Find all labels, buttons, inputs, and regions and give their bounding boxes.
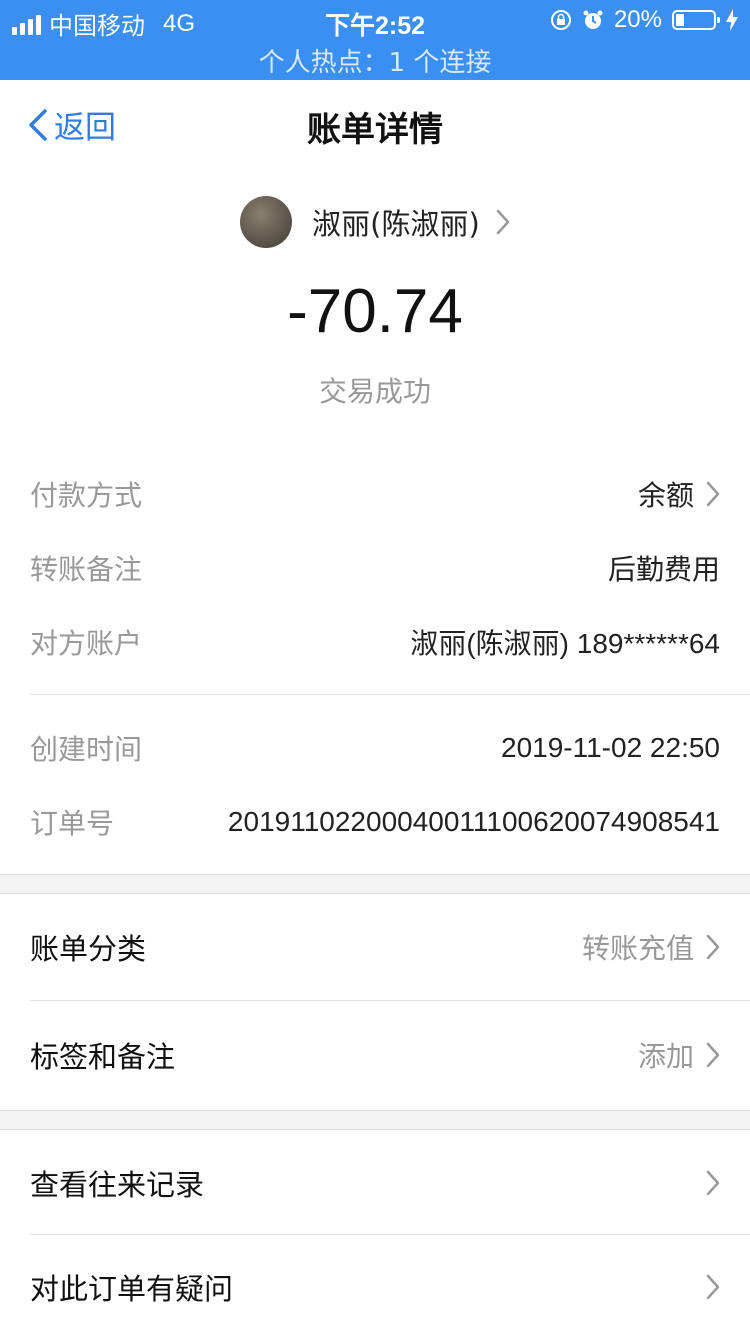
payee-name: 淑丽(陈淑丽) [312,207,480,241]
order-question-label: 对此订单有疑问 [30,1272,234,1306]
chevron-right-icon [706,934,720,960]
tags-notes-row[interactable]: 标签和备注 添加 [0,1002,750,1108]
status-bar: 中国移动 4G 下午2:52 20% 个人热点：1 个连接 [0,0,750,80]
avatar [240,196,293,248]
order-number-label: 订单号 [30,807,115,840]
battery-icon [672,10,720,30]
chevron-right-icon [706,1042,720,1068]
nav-bar: 返回 账单详情 [0,80,750,168]
transaction-status: 交易成功 [318,375,431,408]
transfer-note-label: 转账备注 [30,553,143,586]
payment-method-row[interactable]: 付款方式 余额 [30,474,720,514]
page-title: 账单详情 [307,110,443,150]
divider [30,1000,750,1001]
history-label: 查看往来记录 [30,1168,205,1202]
payee-row[interactable]: 淑丽(陈淑丽) [0,196,750,248]
chevron-right-icon [706,1274,720,1300]
chevron-right-icon [706,481,720,507]
transfer-note-row: 转账备注 后勤费用 [30,548,720,588]
counterparty-value: 淑丽(陈淑丽) 189******64 [410,628,720,659]
chevron-right-icon [496,209,510,235]
order-question-row[interactable]: 对此订单有疑问 [0,1234,750,1340]
bill-category-label: 账单分类 [30,932,147,966]
hotspot-banner[interactable]: 个人热点：1 个连接 [0,42,750,79]
tags-notes-label: 标签和备注 [30,1040,176,1074]
amount: -70.74 [287,277,463,346]
transfer-note-value: 后勤费用 [607,554,720,585]
divider [30,694,750,695]
counterparty-label: 对方账户 [30,627,143,660]
created-time-row: 创建时间 2019-11-02 22:50 [30,728,720,768]
tags-notes-value: 添加 [637,1040,694,1073]
section-gap [0,1110,750,1130]
orientation-lock-icon [550,10,571,30]
alarm-icon [583,10,603,29]
history-row[interactable]: 查看往来记录 [0,1130,750,1236]
status-right: 20% [550,6,738,34]
created-time-label: 创建时间 [30,733,143,766]
bill-category-row[interactable]: 账单分类 转账充值 [0,894,750,1000]
order-number-row: 订单号 20191102200040011100620074908541 [30,802,720,842]
order-number-value: 20191102200040011100620074908541 [227,806,720,837]
payment-method-value: 余额 [637,480,694,511]
created-time-value: 2019-11-02 22:50 [501,732,720,763]
battery-percent: 20% [613,6,662,33]
counterparty-row: 对方账户 淑丽(陈淑丽) 189******64 [30,622,720,662]
charging-icon [726,9,738,31]
payment-method-label: 付款方式 [30,479,143,512]
chevron-right-icon [706,1170,720,1196]
section-gap [0,874,750,894]
bill-category-value: 转账充值 [581,932,694,965]
